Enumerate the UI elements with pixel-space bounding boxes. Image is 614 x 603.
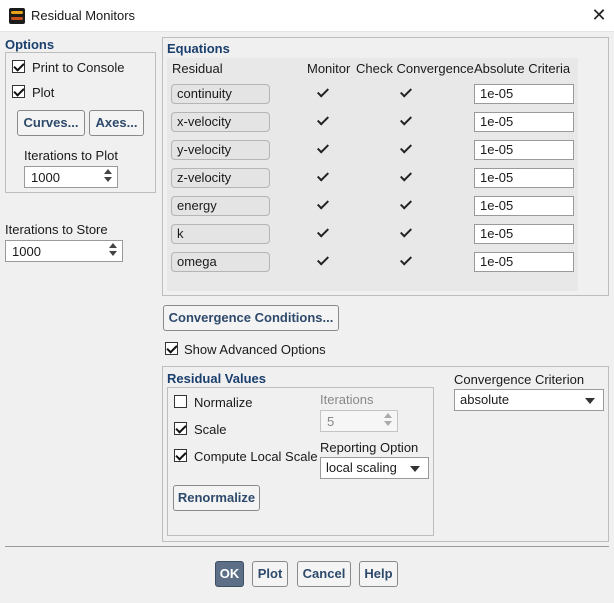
window-title: Residual Monitors (31, 8, 136, 23)
absolute-criteria-input[interactable]: 1e-05 (474, 112, 574, 132)
chevron-down-icon (410, 466, 420, 472)
plot-label: Plot (32, 85, 55, 100)
residual-values-group-title: Residual Values (167, 371, 266, 386)
residual-header: Residual (172, 61, 223, 76)
residual-name: continuity (171, 84, 270, 104)
print-to-console-label: Print to Console (32, 60, 125, 75)
spinner-arrows-icon[interactable] (104, 169, 114, 182)
compute-local-scale-checkbox[interactable] (174, 449, 187, 462)
check-convergence-checkbox[interactable] (400, 199, 412, 211)
iterations-spinner[interactable]: 5 (320, 410, 398, 432)
convergence-conditions-button[interactable]: Convergence Conditions... (163, 305, 339, 331)
check-convergence-checkbox[interactable] (400, 227, 412, 239)
renormalize-button[interactable]: Renormalize (173, 485, 260, 511)
absolute-criteria-input[interactable]: 1e-05 (474, 252, 574, 272)
title-bar: Residual Monitors ✕ (0, 0, 614, 32)
iterations-to-store-spinner[interactable]: 1000 (5, 240, 123, 262)
options-group-title: Options (5, 37, 55, 52)
iterations-to-store-label: Iterations to Store (5, 222, 108, 237)
check-convergence-header: Check Convergence (356, 61, 474, 76)
show-advanced-options-label: Show Advanced Options (184, 342, 326, 357)
normalize-label: Normalize (194, 395, 253, 410)
absolute-criteria-header: Absolute Criteria (474, 61, 571, 76)
absolute-criteria-input[interactable]: 1e-05 (474, 84, 574, 104)
monitor-checkbox[interactable] (317, 143, 329, 155)
spinner-arrows-icon[interactable] (384, 413, 394, 426)
plot-button[interactable]: Plot (252, 561, 288, 587)
close-icon[interactable]: ✕ (588, 4, 610, 26)
check-convergence-checkbox[interactable] (400, 115, 412, 127)
monitor-checkbox[interactable] (317, 199, 329, 211)
absolute-criteria-input[interactable]: 1e-05 (474, 168, 574, 188)
absolute-criteria-input[interactable]: 1e-05 (474, 196, 574, 216)
iterations-value: 5 (327, 414, 335, 429)
help-button[interactable]: Help (359, 561, 398, 587)
absolute-criteria-input[interactable]: 1e-05 (474, 140, 574, 160)
monitor-header: Monitor (307, 61, 351, 76)
print-to-console-checkbox[interactable] (12, 60, 25, 73)
monitor-checkbox[interactable] (317, 87, 329, 99)
cancel-button[interactable]: Cancel (297, 561, 351, 587)
scale-label: Scale (194, 422, 227, 437)
plot-checkbox[interactable] (12, 85, 25, 98)
ok-button[interactable]: OK (215, 561, 244, 587)
absolute-criteria-input[interactable]: 1e-05 (474, 224, 574, 244)
iterations-to-plot-value: 1000 (31, 170, 60, 185)
check-convergence-checkbox[interactable] (400, 171, 412, 183)
residual-name: y-velocity (171, 140, 270, 160)
iterations-to-plot-spinner[interactable]: 1000 (24, 166, 118, 188)
convergence-criterion-value: absolute (460, 392, 510, 407)
spinner-arrows-icon[interactable] (109, 243, 119, 256)
axes-button[interactable]: Axes... (89, 110, 144, 136)
reporting-option-select[interactable]: local scaling (320, 457, 429, 479)
scale-checkbox[interactable] (174, 422, 187, 435)
iterations-to-store-value: 1000 (12, 244, 41, 259)
reporting-option-label: Reporting Option (320, 440, 419, 455)
chevron-down-icon (585, 398, 595, 404)
check-convergence-checkbox[interactable] (400, 255, 412, 267)
footer-divider (5, 546, 609, 547)
monitor-checkbox[interactable] (317, 115, 329, 127)
convergence-criterion-label: Convergence Criterion (454, 372, 585, 387)
check-convergence-checkbox[interactable] (400, 87, 412, 99)
monitor-checkbox[interactable] (317, 227, 329, 239)
monitor-checkbox[interactable] (317, 255, 329, 267)
residual-name: x-velocity (171, 112, 270, 132)
check-convergence-checkbox[interactable] (400, 143, 412, 155)
convergence-criterion-select[interactable]: absolute (454, 389, 604, 411)
fluent-app-icon (9, 8, 25, 24)
normalize-checkbox[interactable] (174, 395, 187, 408)
show-advanced-options-checkbox[interactable] (165, 342, 178, 355)
iterations-label: Iterations (320, 392, 374, 407)
residual-name: z-velocity (171, 168, 270, 188)
iterations-to-plot-label: Iterations to Plot (24, 148, 118, 163)
residual-name: energy (171, 196, 270, 216)
equations-group-title: Equations (167, 41, 230, 56)
residual-name: omega (171, 252, 270, 272)
curves-button[interactable]: Curves... (17, 110, 85, 136)
compute-local-scale-label: Compute Local Scale (194, 449, 318, 464)
reporting-option-value: local scaling (326, 460, 397, 475)
monitor-checkbox[interactable] (317, 171, 329, 183)
residual-name: k (171, 224, 270, 244)
